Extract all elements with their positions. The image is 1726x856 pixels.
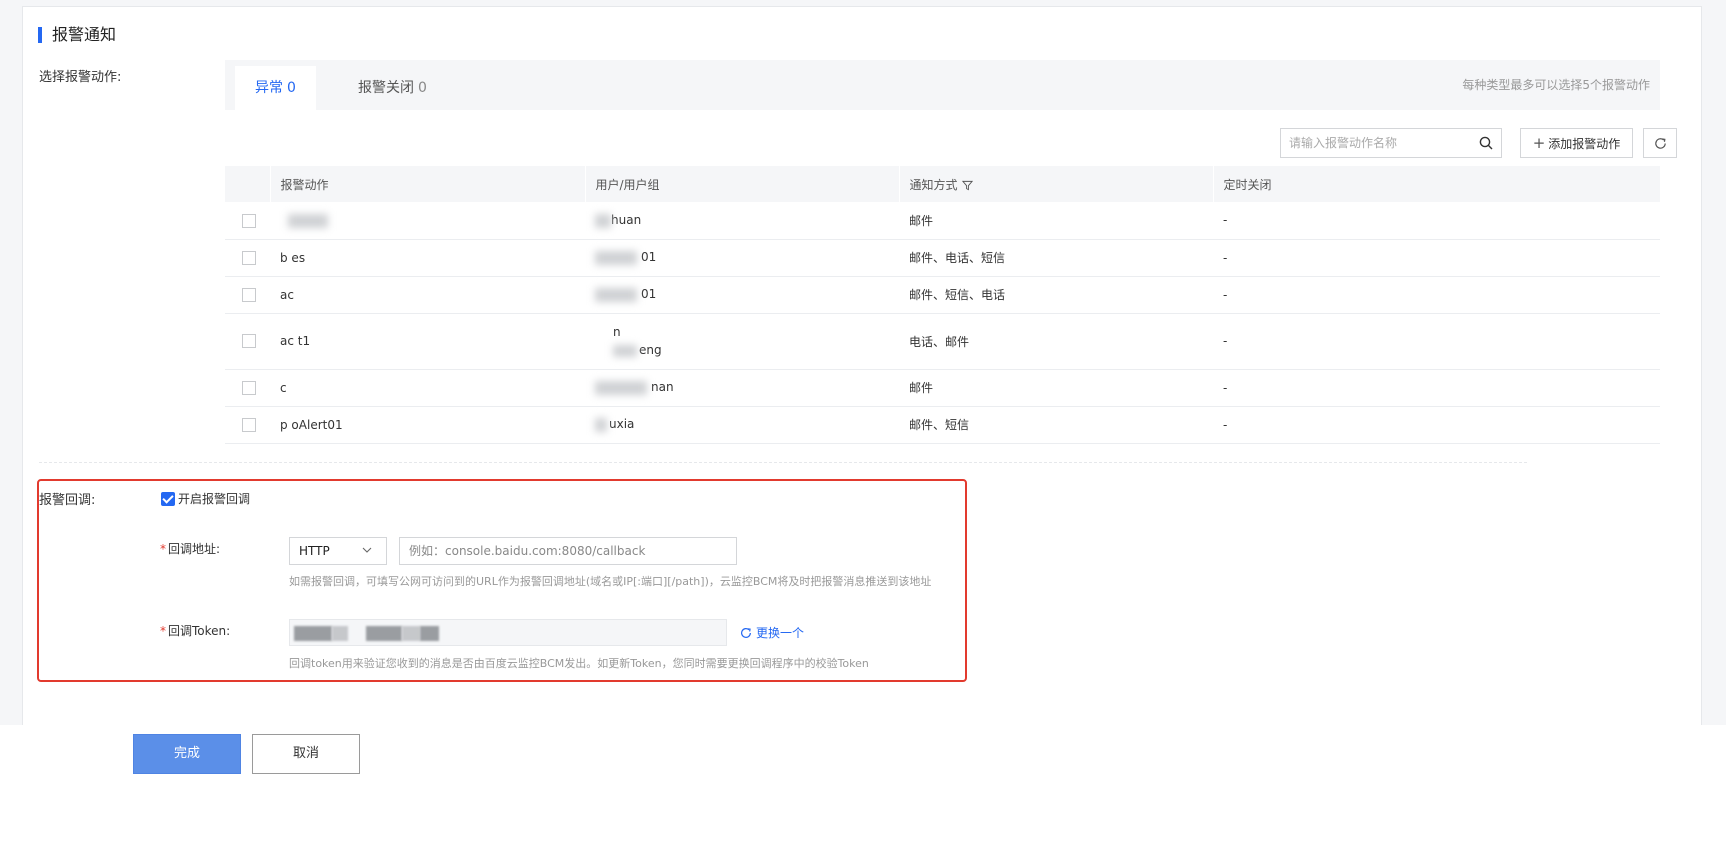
redacted-block xyxy=(366,626,402,641)
callback-token-label-text: 回调Token: xyxy=(168,624,231,638)
tab-alarm-close-count: 0 xyxy=(418,80,427,96)
table-row[interactable]: ac t1 n eng 电话、邮件 - xyxy=(225,313,1660,370)
row-user-2: eng xyxy=(639,343,662,357)
row-close: - xyxy=(1213,202,1660,240)
plus-icon: + xyxy=(1532,134,1546,152)
search-icon[interactable] xyxy=(1479,136,1493,150)
refresh-icon xyxy=(741,627,751,638)
row-notify: 邮件 xyxy=(899,369,1213,407)
row-close: - xyxy=(1213,406,1660,444)
tab-alarm-close-label: 报警关闭 xyxy=(358,80,414,96)
row-user: 01 xyxy=(641,287,657,302)
refresh-button[interactable] xyxy=(1643,128,1677,158)
row-close: - xyxy=(1213,276,1660,314)
chevron-down-icon xyxy=(362,547,372,553)
table-header-row: 报警动作 用户/用户组 通知方式 定时关闭 xyxy=(225,166,1660,202)
redacted-block xyxy=(294,626,332,641)
row-user-cell: n eng xyxy=(585,313,899,370)
row-close: - xyxy=(1213,313,1660,370)
section-divider xyxy=(39,462,1527,463)
redacted-block xyxy=(402,626,420,641)
row-notify: 邮件、短信 xyxy=(899,406,1213,444)
row-notify: 邮件、短信、电话 xyxy=(899,276,1213,314)
row-notify: 邮件 xyxy=(899,202,1213,240)
action-panel: 异常0 报警关闭0 每种类型最多可以选择5个报警动作 +添加报警动作 报警动作 xyxy=(225,60,1677,460)
row-user: uxia xyxy=(609,417,635,432)
row-checkbox[interactable] xyxy=(242,417,256,432)
row-user: 01 xyxy=(641,250,657,265)
row-checkbox[interactable] xyxy=(242,334,256,349)
protocol-select[interactable]: HTTP xyxy=(289,537,387,565)
row-action: ac xyxy=(270,276,585,314)
redacted-block xyxy=(288,213,328,228)
callback-token-hint: 回调token用来验证您收到的消息是否由百度云监控BCM发出。如更新Token，… xyxy=(289,657,869,670)
redacted-block xyxy=(420,626,439,641)
renew-token-label: 更换一个 xyxy=(756,626,805,640)
action-table: 报警动作 用户/用户组 通知方式 定时关闭 huan 邮件 - b es 01 … xyxy=(225,166,1660,444)
row-user: huan xyxy=(611,213,642,227)
tab-abnormal-count: 0 xyxy=(287,80,296,96)
table-row[interactable]: ac 01 邮件、短信、电话 - xyxy=(225,276,1660,314)
tab-bar: 异常 0 报警关闭 0 每种类型最多可以选择5个报警动作 xyxy=(225,60,1660,110)
table-row[interactable]: p oAlert01 uxia 邮件、短信 - xyxy=(225,406,1660,444)
header-action: 报警动作 xyxy=(269,166,585,202)
callback-url-input[interactable] xyxy=(399,537,737,565)
row-action: p oAlert01 xyxy=(270,406,585,444)
tab-abnormal[interactable]: 异常 0 xyxy=(235,66,316,110)
tab-alarm-close[interactable]: 报警关闭 0 xyxy=(338,66,447,110)
header-user: 用户/用户组 xyxy=(584,166,899,202)
row-checkbox[interactable] xyxy=(242,380,256,395)
table-row[interactable]: huan 邮件 - xyxy=(225,202,1660,240)
callback-token-label: * 回调Token: xyxy=(160,624,231,638)
action-label: 选择报警动作: xyxy=(39,70,122,85)
redacted-block xyxy=(613,344,637,357)
row-action: ac t1 xyxy=(270,313,585,370)
enable-callback-label: 开启报警回调 xyxy=(178,492,251,506)
done-button[interactable]: 完成 xyxy=(133,734,241,774)
callback-url-hint: 如需报警回调，可填写公网可访问到的URL作为报警回调地址(域名或IP[:端口][… xyxy=(289,575,932,588)
header-select xyxy=(225,166,270,202)
add-action-label: 添加报警动作 xyxy=(1548,137,1621,151)
row-user: nan xyxy=(651,380,674,395)
row-checkbox[interactable] xyxy=(242,250,256,265)
header-close: 定时关闭 xyxy=(1212,166,1660,202)
renew-token-button[interactable]: 更换一个 xyxy=(739,624,804,641)
row-checkbox[interactable] xyxy=(242,213,256,228)
table-row[interactable]: b es 01 邮件、电话、短信 - xyxy=(225,239,1660,277)
row-action: c xyxy=(270,369,585,407)
refresh-icon xyxy=(1655,138,1666,149)
row-checkbox[interactable] xyxy=(242,287,256,302)
table-row[interactable]: c nan 邮件 - xyxy=(225,369,1660,407)
limit-note: 每种类型最多可以选择5个报警动作 xyxy=(1462,78,1650,92)
enable-callback-checkbox[interactable]: 开启报警回调 xyxy=(161,490,250,507)
redacted-block xyxy=(595,380,647,395)
checkbox-checked-icon xyxy=(161,492,175,506)
redacted-block xyxy=(595,250,637,265)
callback-url-label-text: 回调地址: xyxy=(168,542,221,556)
tab-abnormal-label: 异常 xyxy=(255,80,283,96)
row-close: - xyxy=(1213,369,1660,407)
cancel-button[interactable]: 取消 xyxy=(252,734,360,774)
row-notify: 邮件、电话、短信 xyxy=(899,239,1213,277)
row-notify: 电话、邮件 xyxy=(899,313,1213,370)
callback-token-field xyxy=(289,619,727,646)
redacted-block xyxy=(595,213,611,228)
section-title: 报警通知 xyxy=(38,24,116,46)
row-action: b es xyxy=(270,239,585,277)
search-box xyxy=(1280,128,1502,158)
redacted-block xyxy=(595,287,637,302)
header-notify: 通知方式 xyxy=(898,166,1213,202)
redacted-block xyxy=(332,626,348,641)
header-notify-label: 通知方式 xyxy=(909,177,958,192)
search-input[interactable] xyxy=(1281,129,1467,157)
row-user: n xyxy=(613,325,621,339)
row-close: - xyxy=(1213,239,1660,277)
callback-url-label: * 回调地址: xyxy=(160,542,221,556)
add-action-button[interactable]: + 添加报警动作 xyxy=(1520,128,1633,158)
filter-icon[interactable] xyxy=(961,180,973,191)
callback-label: 报警回调: xyxy=(39,493,96,508)
protocol-value: HTTP xyxy=(299,544,330,558)
footer-bar: 完成 取消 xyxy=(0,725,1726,856)
redacted-block xyxy=(595,417,607,432)
